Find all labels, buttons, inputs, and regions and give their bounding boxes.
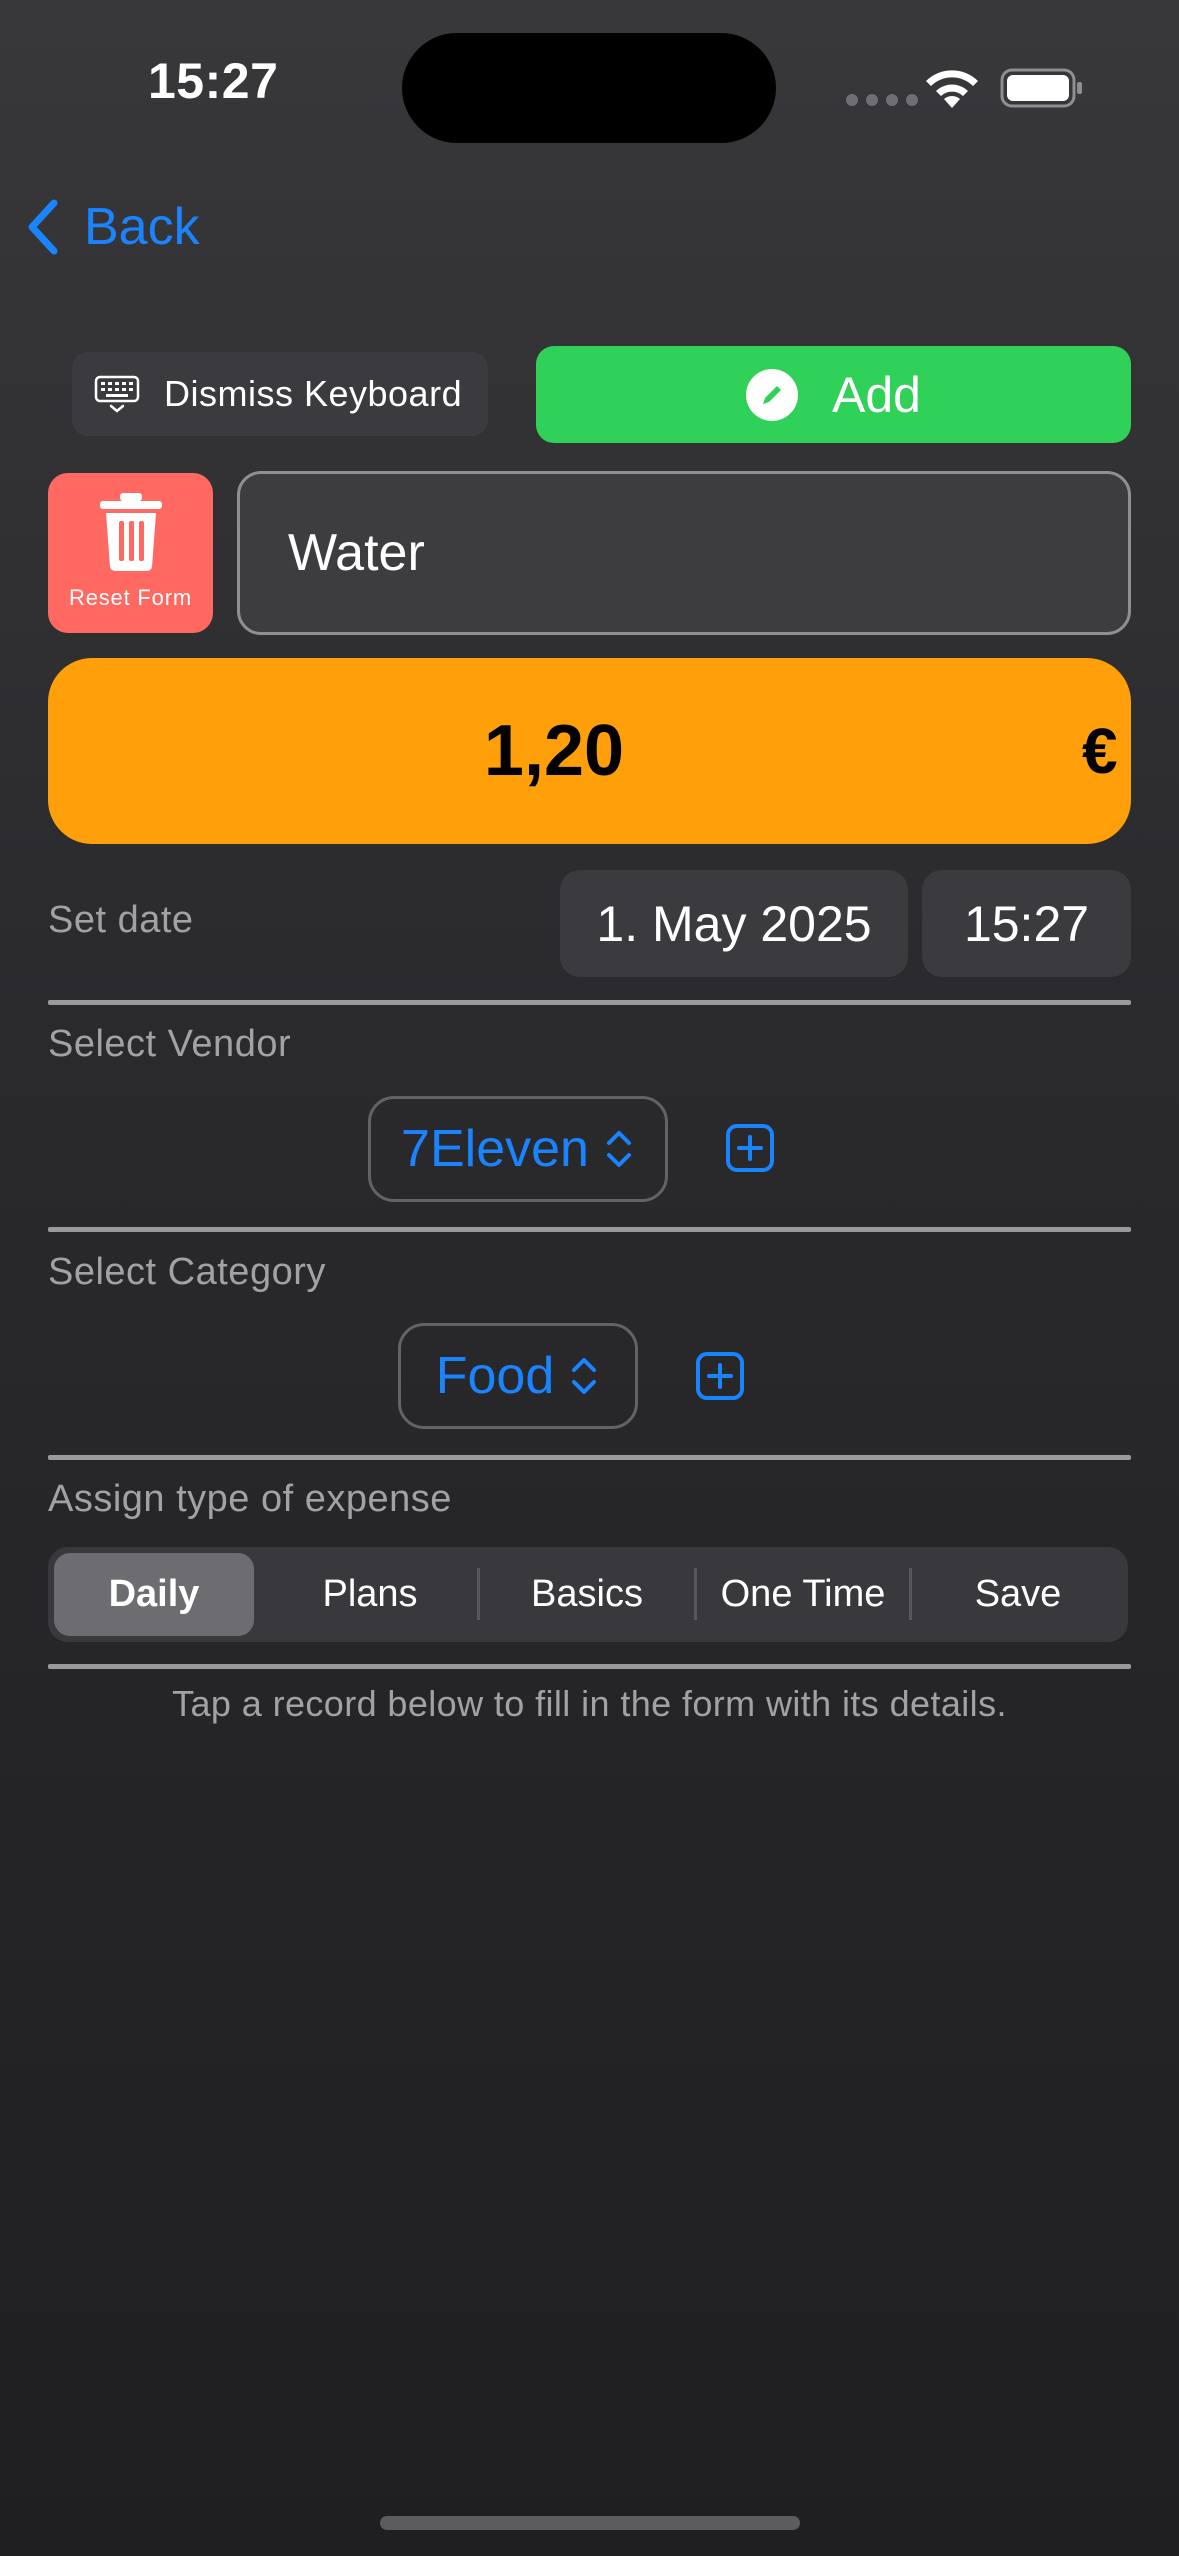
pencil-icon — [746, 368, 799, 421]
back-button[interactable]: Back — [24, 195, 200, 259]
segment-plans[interactable]: Plans — [262, 1553, 478, 1636]
item-name-input[interactable]: Water — [237, 471, 1131, 635]
time-picker[interactable]: 15:27 — [922, 870, 1131, 977]
back-label: Back — [84, 198, 200, 256]
date-picker[interactable]: 1. May 2025 — [560, 870, 908, 977]
item-name-value: Water — [288, 524, 425, 582]
segment-save[interactable]: Save — [912, 1553, 1124, 1636]
hint-text: Tap a record below to fill in the form w… — [172, 1683, 1007, 1724]
divider — [48, 1000, 1131, 1005]
battery-icon — [1000, 68, 1082, 108]
category-picker[interactable]: Food — [398, 1323, 638, 1429]
set-date-label: Set date — [48, 899, 194, 941]
trash-icon — [99, 493, 162, 571]
cellular-signal-icon — [846, 94, 918, 106]
expense-type-label: Assign type of expense — [48, 1478, 452, 1520]
add-vendor-button[interactable] — [725, 1123, 775, 1173]
chevron-up-down-icon — [572, 1358, 597, 1394]
wifi-icon — [926, 70, 978, 108]
divider — [48, 1455, 1131, 1460]
amount-field[interactable]: 1,20 € — [48, 658, 1131, 844]
keyboard-icon — [94, 375, 140, 413]
add-button[interactable]: Add — [536, 346, 1131, 443]
amount-value: 1,20 — [483, 711, 625, 791]
divider — [48, 1664, 1131, 1669]
segment-one-time[interactable]: One Time — [697, 1553, 909, 1636]
category-value: Food — [435, 1347, 555, 1405]
dismiss-keyboard-label: Dismiss Keyboard — [164, 373, 463, 414]
home-indicator[interactable] — [380, 2516, 800, 2530]
vendor-picker[interactable]: 7Eleven — [368, 1096, 668, 1202]
chevron-up-down-icon — [606, 1131, 631, 1167]
reset-form-button[interactable]: Reset Form — [48, 473, 213, 633]
add-label: Add — [832, 366, 921, 423]
add-category-button[interactable] — [695, 1351, 745, 1401]
select-category-label: Select Category — [48, 1251, 326, 1293]
dismiss-keyboard-button[interactable]: Dismiss Keyboard — [72, 352, 488, 436]
vendor-value: 7Eleven — [401, 1120, 589, 1178]
segment-daily[interactable]: Daily — [54, 1553, 254, 1636]
divider — [48, 1227, 1131, 1232]
select-vendor-label: Select Vendor — [48, 1023, 292, 1065]
currency-symbol: € — [1082, 715, 1118, 787]
dynamic-island — [402, 33, 776, 143]
chevron-left-icon — [28, 199, 58, 255]
segment-basics[interactable]: Basics — [480, 1553, 694, 1636]
status-time: 15:27 — [148, 53, 279, 109]
reset-form-label: Reset Form — [69, 585, 192, 610]
